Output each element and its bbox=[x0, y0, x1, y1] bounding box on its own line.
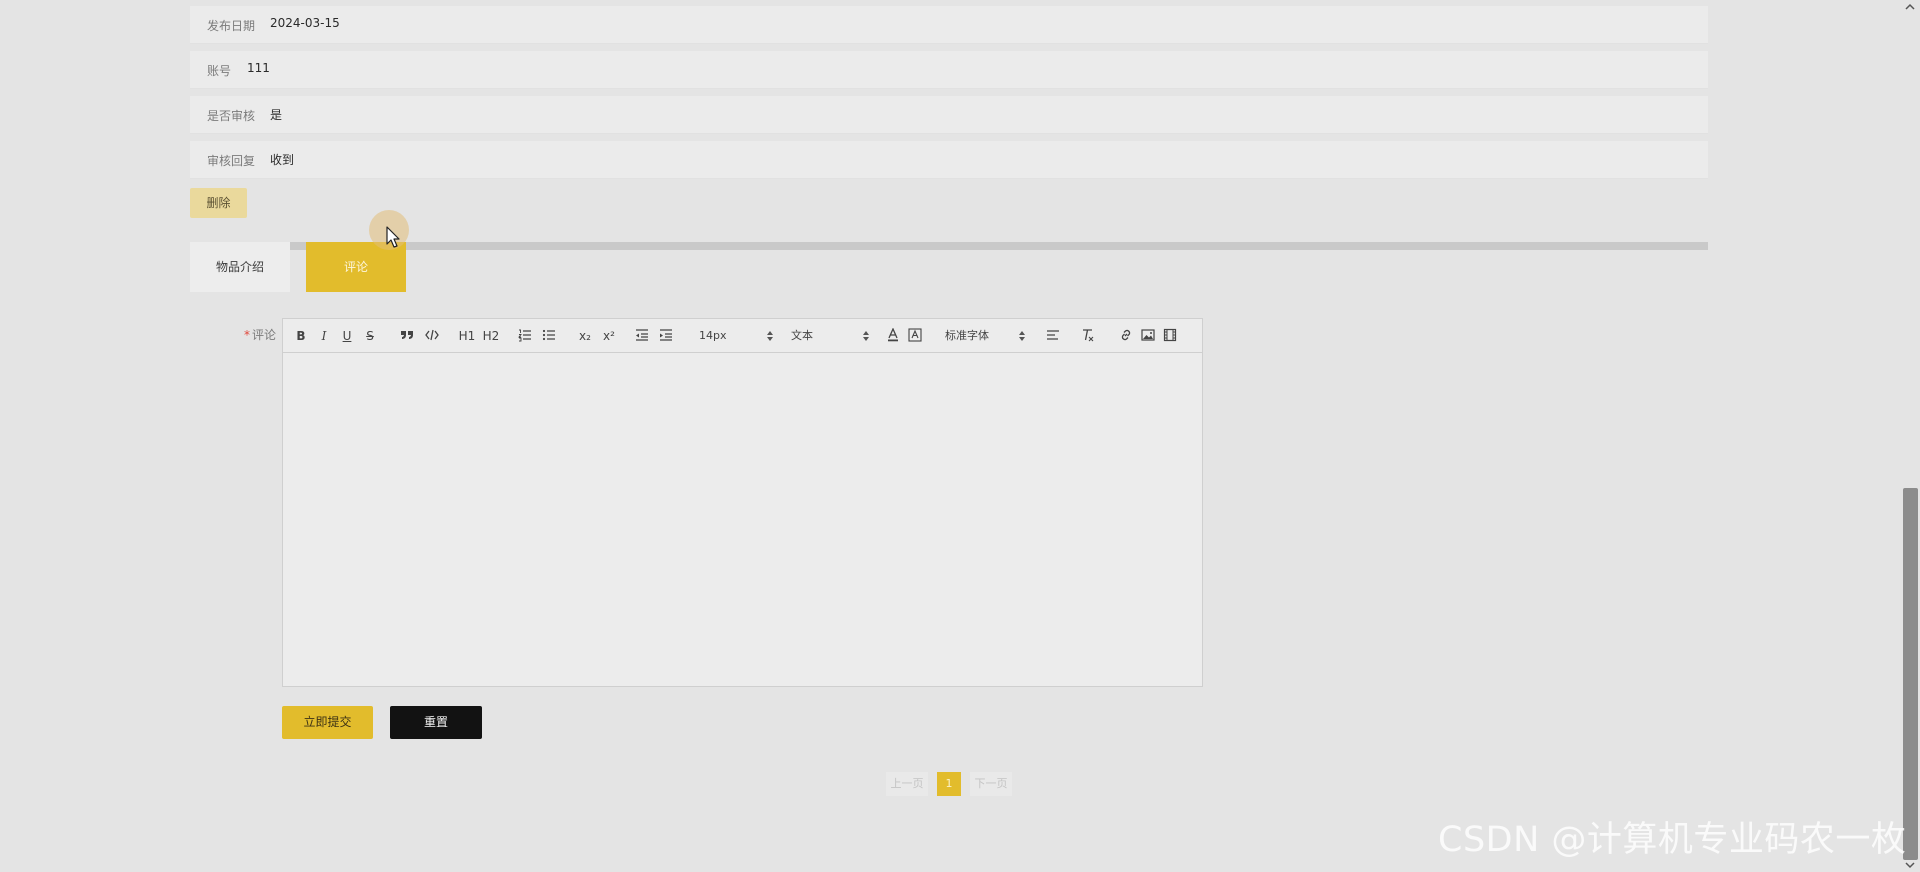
align-left-icon bbox=[1047, 330, 1059, 340]
tab-strip bbox=[290, 242, 1708, 250]
clear-format-icon bbox=[1083, 329, 1094, 342]
italic-button[interactable]: I bbox=[316, 326, 332, 346]
tab-bar: 物品介绍 评论 bbox=[190, 242, 1708, 292]
quote-icon bbox=[401, 331, 413, 339]
scroll-up-arrow-icon[interactable] bbox=[1904, 2, 1916, 12]
approved-row: 是否审核 是 bbox=[190, 96, 1708, 134]
select-arrows-icon bbox=[863, 331, 869, 341]
blockquote-button[interactable] bbox=[398, 326, 416, 346]
code-block-button[interactable] bbox=[423, 326, 441, 346]
mouse-cursor-icon bbox=[386, 226, 400, 248]
font-family-value: 标准字体 bbox=[945, 329, 989, 342]
page: 发布日期 2024-03-15 账号 111 是否审核 是 审核回复 收到 删除… bbox=[0, 0, 1900, 872]
pagination-prev-button[interactable]: 上一页 bbox=[886, 772, 928, 796]
scrollbar-thumb[interactable] bbox=[1903, 488, 1918, 860]
comment-editor: B I U S H1 H2 x₂ x² 14px 文本 标准字体 bbox=[282, 318, 1203, 687]
comment-label-text: 评论 bbox=[251, 328, 276, 342]
background-color-button[interactable] bbox=[906, 326, 924, 346]
bullet-list-icon bbox=[542, 329, 555, 341]
delete-button[interactable]: 删除 bbox=[190, 188, 247, 218]
link-icon bbox=[1121, 329, 1131, 341]
align-button[interactable] bbox=[1044, 326, 1062, 346]
strike-button[interactable]: S bbox=[362, 326, 378, 346]
font-family-select[interactable]: 标准字体 bbox=[945, 326, 1025, 346]
publish-date-value: 2024-03-15 bbox=[270, 16, 340, 30]
heading-1-button[interactable]: H1 bbox=[457, 326, 477, 346]
font-size-value: 14px bbox=[699, 329, 727, 342]
header-format-select[interactable]: 文本 bbox=[791, 326, 869, 346]
review-reply-row: 审核回复 收到 bbox=[190, 141, 1708, 179]
video-icon bbox=[1163, 328, 1177, 342]
code-icon bbox=[425, 329, 439, 341]
ordered-list-icon bbox=[518, 329, 531, 342]
indent-icon bbox=[660, 329, 672, 341]
heading-2-button[interactable]: H2 bbox=[481, 326, 501, 346]
clear-format-button[interactable] bbox=[1079, 326, 1097, 346]
select-arrows-icon bbox=[767, 331, 773, 341]
submit-button[interactable]: 立即提交 bbox=[282, 706, 373, 739]
watermark-text: CSDN @计算机专业码农一枚 bbox=[1438, 820, 1907, 860]
approved-value: 是 bbox=[270, 108, 283, 122]
reset-button[interactable]: 重置 bbox=[390, 706, 482, 739]
approved-label: 是否审核 bbox=[207, 109, 256, 123]
pagination-next-button[interactable]: 下一页 bbox=[970, 772, 1012, 796]
account-label: 账号 bbox=[207, 64, 232, 78]
ordered-list-button[interactable] bbox=[516, 326, 534, 346]
publish-date-label: 发布日期 bbox=[207, 19, 256, 33]
review-reply-value: 收到 bbox=[270, 153, 295, 167]
text-color-icon bbox=[888, 328, 898, 342]
image-icon bbox=[1141, 329, 1155, 341]
video-button[interactable] bbox=[1161, 326, 1179, 346]
outdent-icon bbox=[636, 329, 648, 341]
pagination-current-page[interactable]: 1 bbox=[937, 772, 961, 796]
image-button[interactable] bbox=[1139, 326, 1157, 346]
editor-toolbar: B I U S H1 H2 x₂ x² 14px 文本 标准字体 bbox=[283, 319, 1202, 353]
bold-button[interactable]: B bbox=[293, 326, 309, 346]
review-reply-label: 审核回复 bbox=[207, 154, 256, 168]
background-color-icon bbox=[908, 328, 922, 342]
bullet-list-button[interactable] bbox=[540, 326, 558, 346]
account-row: 账号 111 bbox=[190, 51, 1708, 89]
text-color-button[interactable] bbox=[884, 326, 902, 346]
account-value: 111 bbox=[247, 61, 270, 75]
superscript-button[interactable]: x² bbox=[599, 326, 619, 346]
tab-item-intro[interactable]: 物品介绍 bbox=[190, 242, 290, 292]
outdent-button[interactable] bbox=[633, 326, 651, 346]
header-format-value: 文本 bbox=[791, 329, 813, 342]
publish-date-row: 发布日期 2024-03-15 bbox=[190, 6, 1708, 44]
required-mark: * bbox=[243, 328, 250, 342]
select-arrows-icon bbox=[1019, 331, 1025, 341]
underline-button[interactable]: U bbox=[339, 326, 355, 346]
editor-content-area[interactable] bbox=[283, 353, 1202, 686]
indent-button[interactable] bbox=[657, 326, 675, 346]
link-button[interactable] bbox=[1117, 326, 1135, 346]
comment-field-label: * 评论 bbox=[230, 326, 276, 343]
subscript-button[interactable]: x₂ bbox=[575, 326, 595, 346]
font-size-select[interactable]: 14px bbox=[699, 326, 773, 346]
